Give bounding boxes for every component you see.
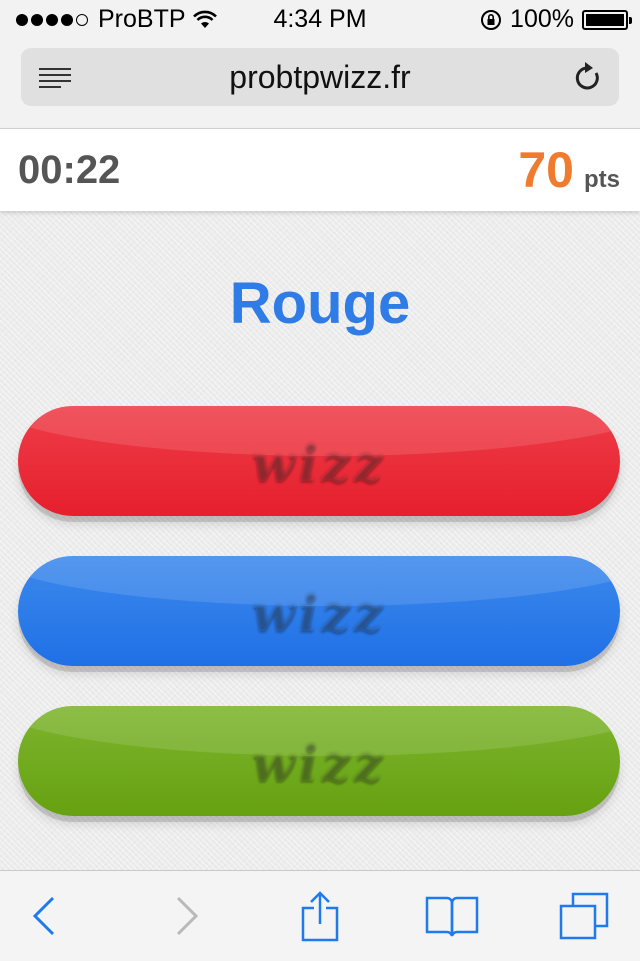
score-value: 70 xyxy=(518,142,574,198)
battery-icon xyxy=(582,9,632,30)
color-word: Rouge xyxy=(229,271,411,336)
forward-button[interactable] xyxy=(143,871,231,961)
share-button[interactable] xyxy=(276,871,364,961)
back-icon xyxy=(32,896,55,936)
wizz-watermark: wizz xyxy=(251,434,387,493)
timer: 00:22 xyxy=(18,148,121,192)
url-text: probtpwizz.fr xyxy=(229,59,411,95)
tabs-button[interactable] xyxy=(540,871,628,961)
score-unit: pts xyxy=(584,166,620,193)
browser-nav-area: probtpwizz.fr xyxy=(0,40,640,129)
score-display: 70 pts xyxy=(518,141,620,199)
status-bar: ProBTP 4:34 PM 100% xyxy=(0,0,640,40)
reload-icon[interactable] xyxy=(573,61,603,93)
browser-toolbar xyxy=(0,870,640,961)
bookmarks-button[interactable] xyxy=(408,871,496,961)
tabs-icon xyxy=(559,892,609,940)
blue-answer-button[interactable]: wizz xyxy=(18,556,620,666)
battery-percent: 100% xyxy=(510,5,574,33)
score-bar: 00:22 70 pts xyxy=(0,129,640,211)
red-answer-button[interactable]: wizz xyxy=(18,406,620,516)
wizz-watermark: wizz xyxy=(251,734,387,793)
wizz-watermark: wizz xyxy=(251,584,387,643)
bookmarks-icon xyxy=(425,896,479,937)
forward-icon xyxy=(176,896,199,936)
share-icon xyxy=(301,891,339,942)
address-bar[interactable]: probtpwizz.fr xyxy=(21,48,619,106)
orientation-lock-icon xyxy=(481,9,502,30)
green-answer-button[interactable]: wizz xyxy=(18,706,620,816)
status-right: 100% xyxy=(480,5,632,34)
back-button[interactable] xyxy=(0,871,88,961)
